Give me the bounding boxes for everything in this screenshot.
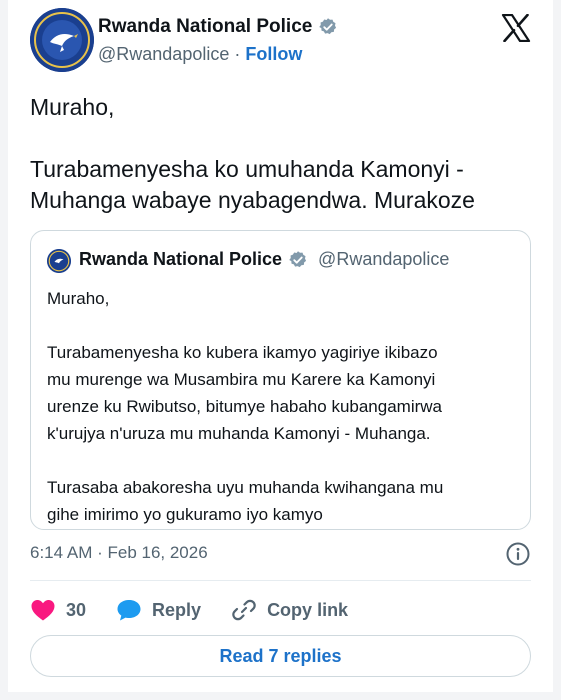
tweet-card: Rwanda National Police @Rwandapolice · F… — [8, 0, 553, 692]
quoted-author-row: Rwanda National Police @Rwandapolice — [79, 249, 449, 270]
quoted-line-gap — [47, 312, 517, 339]
quoted-line: Muraho, — [47, 289, 110, 308]
quoted-line: urenze ku Rwibutso, bitumye habaho kuban… — [47, 397, 443, 416]
reply-bubble-icon — [117, 600, 141, 621]
tweet-line: Turabamenyesha ko umuhanda Kamonyi - — [30, 156, 464, 182]
link-icon — [232, 599, 256, 621]
like-button[interactable]: 30 — [30, 598, 86, 622]
quoted-line: k'urujya n'uruza mu muhanda Kamonyi - Mu… — [47, 424, 431, 443]
quoted-line: mu murenge wa Musambira mu Karere ka Kam… — [47, 370, 436, 389]
window-frame-bottom — [0, 692, 561, 700]
quoted-tweet-text: Muraho, Turabamenyesha ko kubera ikamyo … — [47, 285, 517, 528]
tweet-line: Muhanga wabaye nyabagendwa. Murakoze — [30, 187, 475, 213]
reply-label: Reply — [152, 599, 202, 620]
follow-button[interactable]: Follow — [245, 44, 302, 65]
tweet-line: Muraho, — [30, 94, 115, 120]
quoted-line-gap — [47, 447, 517, 474]
author-name-row: Rwanda National Police — [98, 16, 338, 38]
author-display-name[interactable]: Rwanda National Police — [98, 16, 312, 38]
police-logo-icon — [30, 8, 94, 72]
tweet-line-gap — [30, 123, 535, 154]
copy-link-button[interactable]: Copy link — [231, 597, 348, 623]
police-logo-icon — [47, 249, 71, 273]
x-logo-icon[interactable] — [501, 14, 531, 42]
window-frame-left — [0, 0, 8, 700]
like-count: 30 — [66, 599, 87, 620]
read-replies-button[interactable]: Read 7 replies — [30, 635, 531, 677]
author-handle-row: @Rwandapolice · Follow — [98, 44, 302, 65]
quoted-author-handle: @Rwandapolice — [318, 249, 450, 269]
tweet-text: Muraho, Turabamenyesha ko umuhanda Kamon… — [30, 92, 535, 216]
action-bar: 30 Reply Copy link — [30, 594, 378, 626]
window-frame-right — [553, 0, 561, 700]
verified-badge-icon — [319, 18, 337, 35]
quoted-tweet[interactable]: Rwanda National Police @Rwandapolice Mur… — [30, 230, 531, 530]
author-handle[interactable]: @Rwandapolice — [98, 44, 229, 65]
quoted-author-avatar — [47, 249, 71, 273]
tweet-timestamp[interactable]: 6:14 AM · Feb 16, 2026 — [30, 543, 208, 563]
heart-icon — [31, 600, 55, 621]
quoted-author-name: Rwanda National Police — [79, 249, 283, 269]
quoted-line: Turasaba abakoresha uyu muhanda kwihanga… — [47, 478, 444, 497]
separator-dot: · — [234, 44, 241, 64]
quoted-line: Turabamenyesha ko kubera ikamyo yagiriye… — [47, 343, 438, 362]
divider — [30, 580, 531, 581]
quoted-line: gihe imirimo yo gukuramo iyo kamyo — [47, 505, 323, 524]
verified-badge-icon — [289, 250, 307, 267]
copy-link-label: Copy link — [267, 599, 349, 620]
reply-button[interactable]: Reply — [116, 598, 201, 622]
author-avatar[interactable] — [30, 8, 94, 72]
info-icon[interactable] — [505, 541, 531, 567]
